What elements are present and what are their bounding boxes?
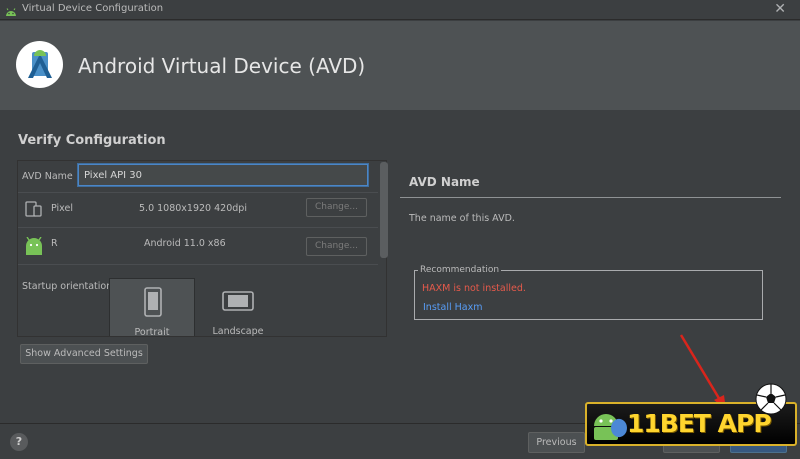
banner-text: 11BET APP <box>627 409 772 438</box>
red-arrow-annotation <box>679 334 726 410</box>
promo-banner: 11BET APP <box>585 383 797 448</box>
soccer-ball-icon <box>754 382 788 420</box>
android-robot-icon <box>591 408 627 448</box>
